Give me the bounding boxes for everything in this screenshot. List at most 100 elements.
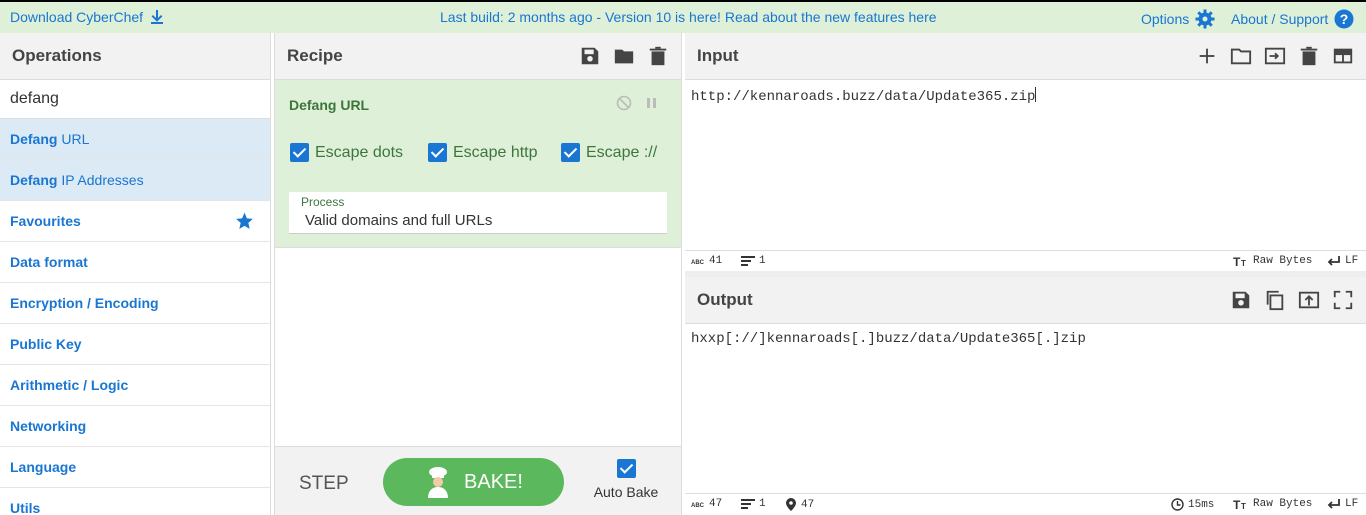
- download-label: Download CyberChef: [10, 9, 144, 25]
- operation-label: URL: [57, 131, 90, 147]
- download-icon: [151, 10, 164, 24]
- bake-time: 15ms: [1188, 498, 1215, 511]
- bake-label: BAKE!: [464, 470, 523, 493]
- output-encoding: Raw Bytes: [1253, 498, 1313, 510]
- category-data-format[interactable]: Data format: [0, 242, 270, 283]
- clear-input-icon[interactable]: [1298, 45, 1320, 67]
- options-button[interactable]: Options: [1141, 9, 1215, 29]
- output-title: Output: [697, 290, 753, 309]
- pause-icon[interactable]: [645, 95, 659, 111]
- input-title: Input: [697, 46, 739, 65]
- svg-text:T: T: [1241, 259, 1246, 267]
- search-box[interactable]: [0, 80, 270, 119]
- build-message[interactable]: Last build: 2 months ago - Version 10 is…: [440, 9, 937, 25]
- recipe-operation-defang-url[interactable]: Defang URL Escape dots Escape http Escap…: [275, 80, 681, 248]
- about-label: About / Support: [1231, 11, 1329, 27]
- recipe-title: Recipe: [287, 46, 343, 65]
- checkbox-checked[interactable]: [561, 143, 580, 162]
- step-button[interactable]: STEP: [299, 473, 349, 495]
- output-eol-button[interactable]: LF: [1327, 498, 1358, 510]
- open-file-icon[interactable]: [1264, 45, 1286, 67]
- folder-icon[interactable]: [613, 45, 635, 67]
- return-icon: [1327, 499, 1340, 509]
- save-output-icon[interactable]: [1230, 289, 1252, 311]
- process-select[interactable]: Process Valid domains and full URLs: [289, 192, 667, 234]
- input-eol-button[interactable]: LF: [1327, 255, 1358, 267]
- category-language[interactable]: Language: [0, 447, 270, 488]
- operations-title: Operations: [0, 33, 270, 80]
- category-arithmetic-logic[interactable]: Arithmetic / Logic: [0, 365, 270, 406]
- output-encoding-button[interactable]: T T Raw Bytes: [1233, 498, 1312, 510]
- copy-icon[interactable]: [1264, 289, 1286, 311]
- auto-bake-checkbox[interactable]: Auto Bake: [593, 459, 659, 500]
- search-match: Defang: [10, 131, 58, 147]
- checkbox-checked[interactable]: [428, 143, 447, 162]
- length-icon: ABC: [691, 260, 705, 266]
- location-icon: [786, 498, 796, 511]
- input-text[interactable]: http://kennaroads.buzz/data/Update365.zi…: [685, 80, 1366, 250]
- text-size-icon: TT: [1233, 498, 1246, 510]
- length-icon: ABC: [691, 503, 705, 509]
- recipe-operation-name: Defang URL: [289, 97, 370, 113]
- svg-text:ABC: ABC: [691, 503, 705, 509]
- checkbox-checked[interactable]: [290, 143, 309, 162]
- output-position: 47: [801, 498, 815, 511]
- auto-bake-label: Auto Bake: [593, 484, 659, 500]
- lines-icon: [741, 256, 755, 266]
- return-icon: [1327, 256, 1340, 266]
- add-tab-icon[interactable]: [1196, 45, 1218, 67]
- maximize-icon[interactable]: [1332, 289, 1354, 311]
- operations-pane: Operations Defang URL Defang IP Addresse…: [0, 33, 271, 515]
- input-length: 41: [709, 255, 723, 267]
- top-bar: Download CyberChef Last build: 2 months …: [0, 0, 1366, 33]
- escape-http-checkbox[interactable]: Escape http: [428, 143, 538, 162]
- reset-layout-icon[interactable]: [1332, 45, 1354, 67]
- download-link[interactable]: Download CyberChef: [10, 9, 165, 25]
- checkbox-checked[interactable]: [616, 459, 636, 478]
- disable-icon[interactable]: [616, 95, 632, 111]
- clock-icon: [1171, 498, 1184, 511]
- bake-button[interactable]: BAKE!: [383, 458, 564, 506]
- gear-icon: [1195, 9, 1215, 29]
- escape-scheme-checkbox[interactable]: Escape ://: [561, 143, 657, 162]
- text-size-icon: TT: [1233, 255, 1246, 267]
- escape-dots-checkbox[interactable]: Escape dots: [290, 143, 403, 162]
- recipe-pane: Recipe Defang URL Escape dots Escape htt…: [274, 33, 682, 515]
- category-utils[interactable]: Utils: [0, 488, 270, 515]
- output-status-bar: ABC 47 1 47 15ms T T Raw Bytes LF: [685, 493, 1366, 515]
- input-encoding: Raw Bytes: [1253, 255, 1313, 267]
- input-pane: Input http://kennaroads.buzz/data/Update…: [685, 33, 1366, 272]
- output-length: 47: [709, 498, 723, 510]
- search-input[interactable]: [10, 90, 260, 108]
- open-folder-icon[interactable]: [1230, 45, 1252, 67]
- operation-defang-ip[interactable]: Defang IP Addresses: [0, 160, 270, 201]
- operation-defang-url[interactable]: Defang URL: [0, 119, 270, 160]
- output-header: Output: [685, 277, 1366, 324]
- about-support-button[interactable]: About / Support ?: [1231, 9, 1354, 29]
- trash-icon[interactable]: [647, 45, 669, 67]
- text-cursor: [1035, 87, 1037, 102]
- category-favourites[interactable]: Favourites: [0, 201, 270, 242]
- output-text[interactable]: hxxp[://]kennaroads[.]buzz/data/Update36…: [685, 324, 1366, 494]
- help-icon: ?: [1334, 9, 1354, 29]
- output-lines: 1: [759, 498, 766, 510]
- category-public-key[interactable]: Public Key: [0, 324, 270, 365]
- input-lines: 1: [759, 255, 766, 267]
- chef-icon: [428, 467, 449, 498]
- category-networking[interactable]: Networking: [0, 406, 270, 447]
- options-label: Options: [1141, 11, 1190, 27]
- svg-text:T: T: [1233, 498, 1241, 510]
- category-encryption-encoding[interactable]: Encryption / Encoding: [0, 283, 270, 324]
- operation-label: IP Addresses: [57, 172, 144, 188]
- svg-text:T: T: [1241, 502, 1246, 510]
- recipe-header: Recipe: [275, 33, 681, 80]
- input-header: Input: [685, 33, 1366, 80]
- input-status-bar: ABC 41 1 T T Raw Bytes LF: [685, 250, 1366, 272]
- replace-input-icon[interactable]: [1298, 289, 1320, 311]
- svg-text:ABC: ABC: [691, 260, 705, 266]
- output-pane: Output hxxp[://]kennaroads[.]buzz/data/U…: [685, 277, 1366, 515]
- save-icon[interactable]: [579, 45, 601, 67]
- input-encoding-button[interactable]: T T Raw Bytes: [1233, 255, 1312, 267]
- svg-text:T: T: [1233, 255, 1241, 267]
- process-label: Process: [301, 195, 345, 209]
